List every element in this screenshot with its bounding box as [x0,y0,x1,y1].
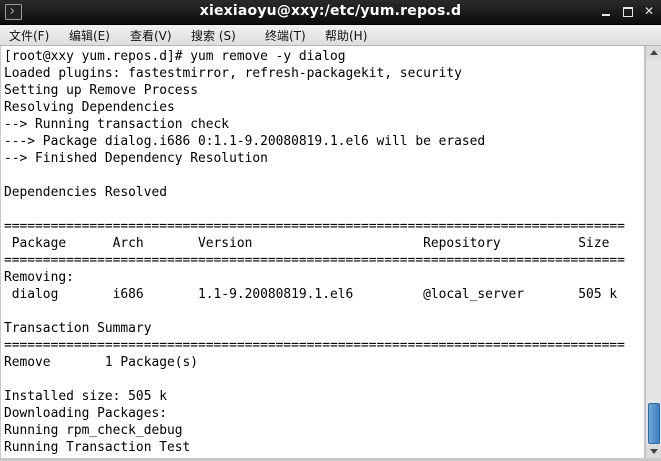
terminal-line: Loaded plugins: fastestmirror, refresh-p… [4,66,462,81]
terminal-line: Running Transaction Test [4,440,191,455]
menu-bar: 文件(F) 编辑(E) 查看(V) 搜索 (S) 终端(T) 帮助(H) [0,25,661,46]
terminal-line: [root@xxy yum.repos.d]# yum remove -y di… [4,49,346,64]
minimize-button[interactable] [598,4,614,19]
minimize-icon [602,14,610,16]
menu-help[interactable]: 帮助(H) [325,27,367,44]
menu-file[interactable]: 文件(F) [9,27,49,44]
arrow-up-icon [650,50,658,55]
vertical-scrollbar[interactable] [645,46,661,458]
terminal-line: ---> Package dialog.i686 0:1.1-9.2008081… [4,134,486,149]
menu-search[interactable]: 搜索 (S) [191,27,236,44]
terminal-line: Resolving Dependencies [4,100,175,115]
terminal-separator: ========================================… [4,338,625,353]
window-title: xiexiaoyu@xxy:/etc/yum.repos.d [199,3,462,19]
close-button[interactable]: ✕ [641,4,657,19]
terminal-line: Downloading Packages: [4,406,167,421]
table-row: dialog i686 1.1-9.20080819.1.el6 @local_… [4,287,618,302]
terminal-line: --> Finished Dependency Resolution [4,151,268,166]
terminal-line: Removing: [4,270,74,285]
table-header-row: Package Arch Version Repository Size [4,236,610,251]
terminal-separator: ========================================… [4,219,625,234]
scroll-down-button[interactable] [646,444,661,458]
maximize-icon [623,7,633,17]
arrow-down-icon [650,449,658,454]
maximize-button[interactable] [620,4,636,19]
terminal-line: Transaction Summary [4,321,152,336]
scroll-up-button[interactable] [646,46,661,60]
terminal-output[interactable]: [root@xxy yum.repos.d]# yum remove -y di… [1,46,644,458]
menu-view[interactable]: 查看(V) [130,27,172,44]
terminal-window: xiexiaoyu@xxy:/etc/yum.repos.d ✕ 文件(F) 编… [0,0,661,461]
terminal-line: Running rpm_check_debug [4,423,183,438]
terminal-line: Dependencies Resolved [4,185,167,200]
terminal-line: Remove 1 Package(s) [4,355,199,370]
close-icon: ✕ [643,4,655,18]
scrollbar-thumb[interactable] [648,403,660,444]
terminal-line: --> Running transaction check [4,117,230,132]
menu-terminal[interactable]: 终端(T) [265,27,306,44]
terminal-line: Setting up Remove Process [4,83,199,98]
terminal-line: Installed size: 505 k [4,389,167,404]
title-bar[interactable]: xiexiaoyu@xxy:/etc/yum.repos.d ✕ [0,0,661,25]
terminal-separator: ========================================… [4,253,625,268]
menu-edit[interactable]: 编辑(E) [69,27,110,44]
